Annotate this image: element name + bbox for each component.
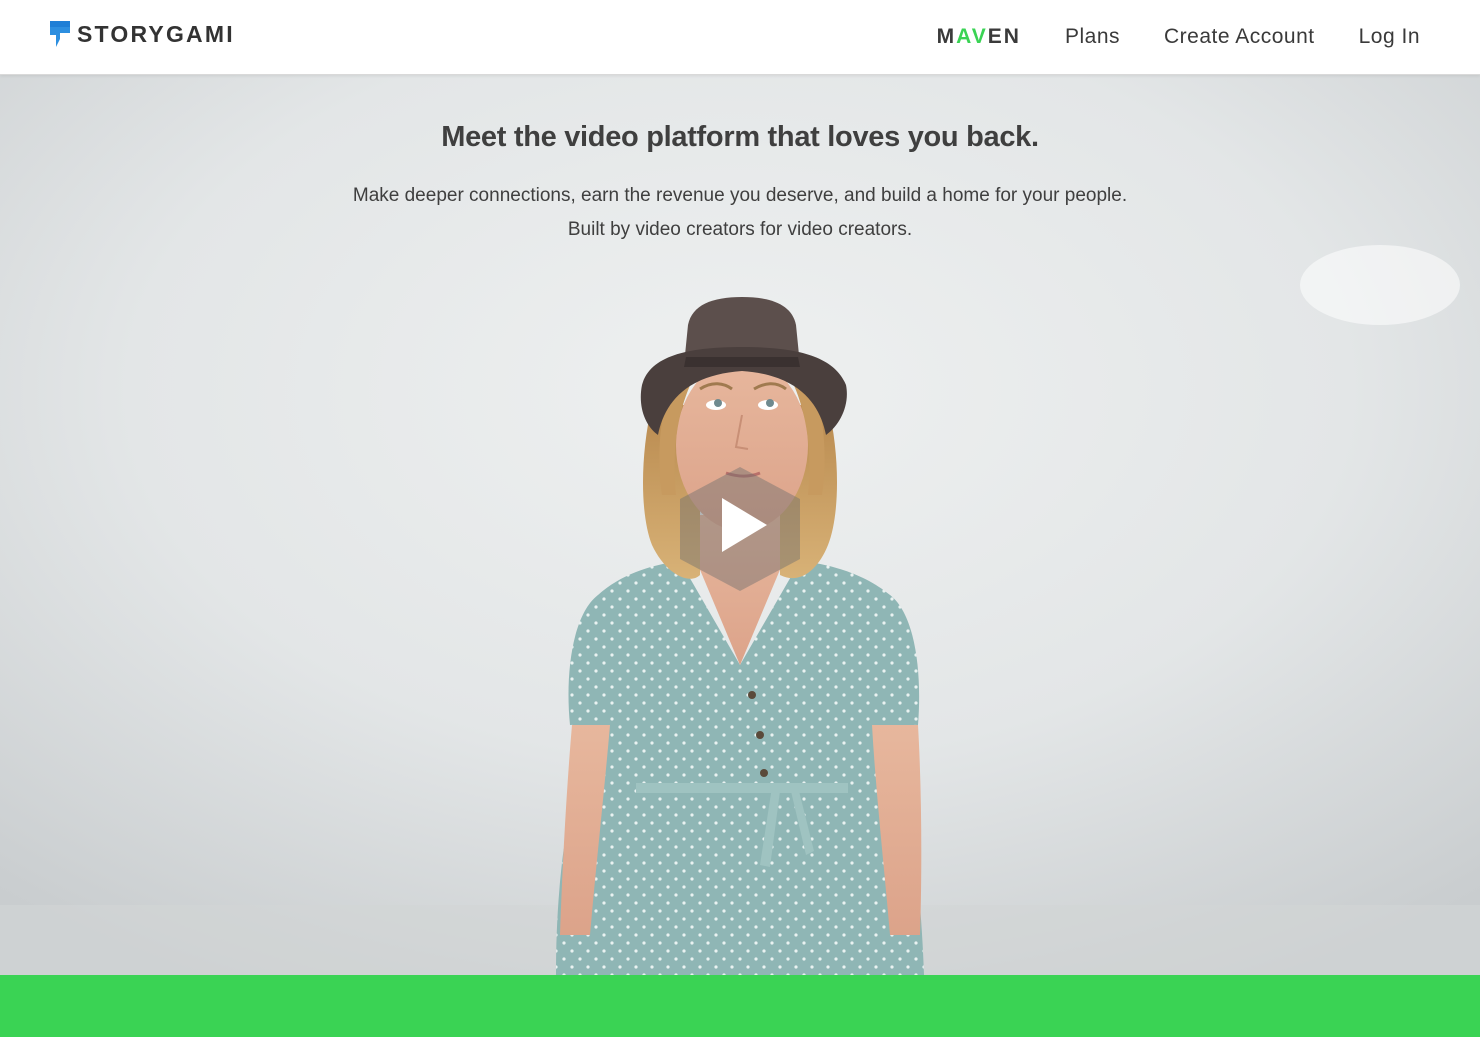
main-nav: MAVEN Plans Create Account Log In: [893, 22, 1420, 52]
play-video-button[interactable]: [680, 467, 800, 591]
storygami-flag-icon: [50, 21, 70, 47]
storygami-logo[interactable]: STORYGAMI: [50, 20, 235, 48]
hero-subtitle-line1: Make deeper connections, earn the revenu…: [352, 185, 1128, 206]
logo-text: STORYGAMI: [77, 21, 235, 47]
maven-text-part2: EN: [987, 25, 1021, 48]
site-header: STORYGAMI MAVEN Plans Create Account Log…: [0, 0, 1480, 75]
green-footer-band: [0, 975, 1480, 1037]
maven-text-accent: AV: [956, 25, 988, 48]
maven-text-part1: M: [936, 25, 957, 48]
hero-section: Meet the video platform that loves you b…: [0, 75, 1480, 975]
hero-title: Meet the video platform that loves you b…: [441, 121, 1039, 153]
nav-log-in[interactable]: Log In: [1359, 22, 1420, 52]
hero-subtitle-line2: Built by video creators for video creato…: [567, 219, 913, 240]
nav-maven[interactable]: MAVEN: [937, 22, 1021, 52]
nav-create-account[interactable]: Create Account: [1164, 22, 1315, 52]
nav-plans[interactable]: Plans: [1065, 22, 1120, 52]
